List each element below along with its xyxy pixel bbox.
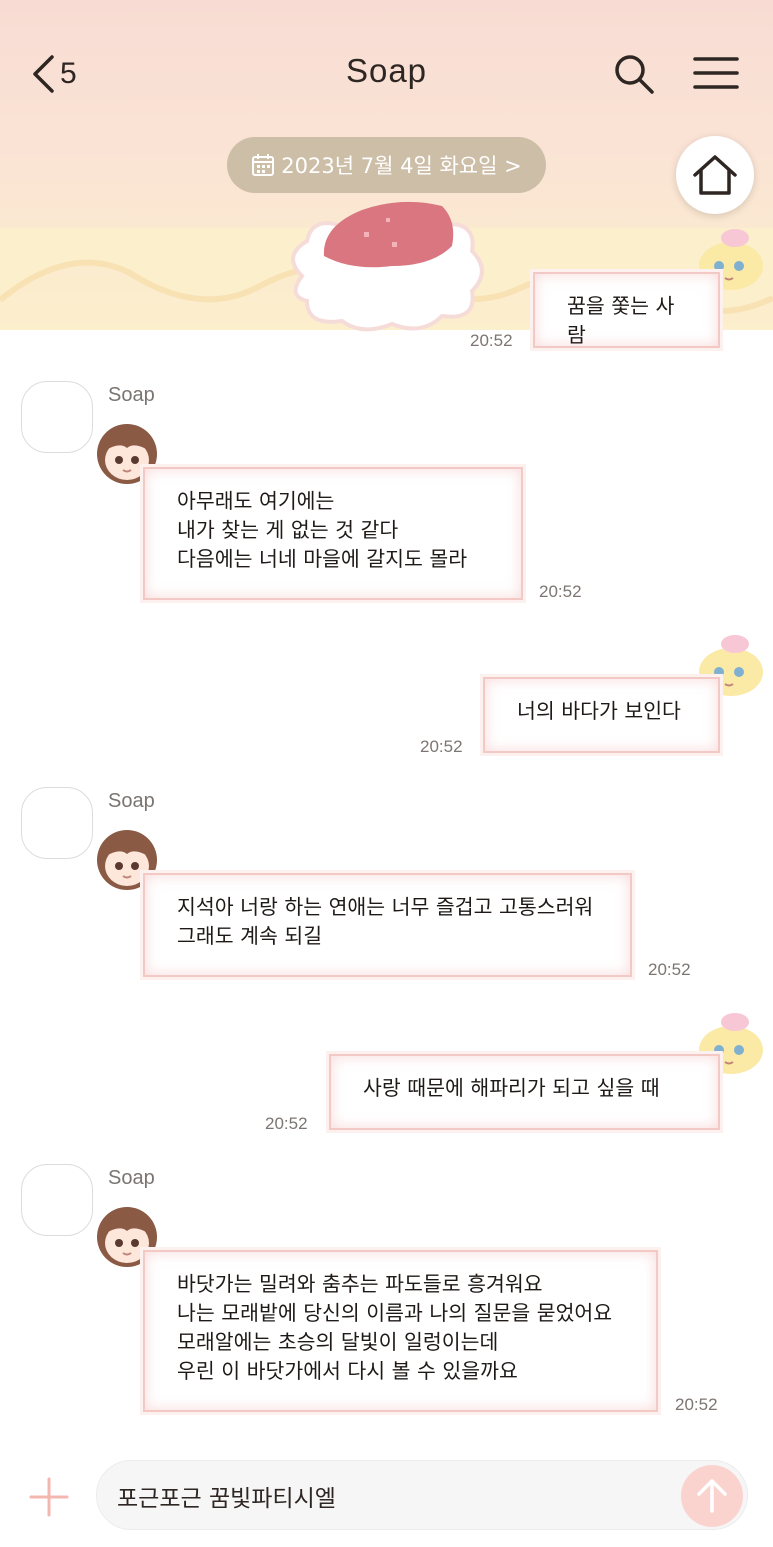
message-input[interactable]: 포근포근 꿈빛파티시엘 — [96, 1460, 748, 1530]
attach-button[interactable] — [28, 1476, 70, 1518]
search-button[interactable] — [612, 52, 656, 96]
message-bubble[interactable]: 너의 바다가 보인다 — [483, 677, 720, 753]
sender-name: Soap — [108, 790, 155, 812]
message-bubble[interactable]: 아무래도 여기에는 내가 찾는 게 없는 것 같다 다음에는 너네 마을에 갈지… — [143, 467, 523, 600]
message-time: 20:52 — [470, 331, 513, 350]
message-time: 20:52 — [648, 960, 691, 979]
sender-profile-avatar[interactable] — [21, 1164, 93, 1236]
send-button[interactable] — [681, 1465, 743, 1527]
send-arrow-icon — [697, 1479, 727, 1513]
home-button[interactable] — [676, 136, 754, 214]
message-time: 20:52 — [675, 1395, 718, 1414]
menu-icon — [693, 57, 739, 89]
search-icon — [615, 55, 654, 94]
chat-title: Soap — [345, 52, 428, 89]
message-bubble[interactable]: 바닷가는 밀려와 춤추는 파도들로 흥겨워요 나는 모래밭에 당신의 이름과 나… — [143, 1250, 658, 1412]
plus-icon — [29, 1477, 69, 1517]
message-bubble[interactable]: 지석아 너랑 하는 연애는 너무 즐겁고 고통스러워 그래도 계속 되길 — [143, 873, 632, 977]
message-bubble[interactable]: 꿈을 쫓는 사람 — [533, 272, 720, 348]
date-label: 2023년 7월 4일 화요일 > — [281, 154, 522, 178]
date-banner[interactable]: 2023년 7월 4일 화요일 > — [227, 137, 546, 193]
sender-name: Soap — [108, 384, 155, 406]
message-bubble[interactable]: 사랑 때문에 해파리가 되고 싶을 때 — [329, 1054, 720, 1130]
calendar-icon — [252, 154, 275, 176]
sender-name: Soap — [108, 1167, 155, 1189]
message-composer: 포근포근 꿈빛파티시엘 — [0, 1448, 773, 1547]
message-input-text: 포근포근 꿈빛파티시엘 — [117, 1486, 336, 1512]
message-time: 20:52 — [265, 1114, 308, 1133]
top-bar: 5 Soap — [0, 30, 773, 120]
message-time: 20:52 — [539, 582, 582, 601]
home-icon — [693, 155, 737, 195]
sender-profile-avatar[interactable] — [21, 381, 93, 453]
message-time: 20:52 — [420, 737, 463, 756]
sender-profile-avatar[interactable] — [21, 787, 93, 859]
menu-button[interactable] — [692, 54, 740, 94]
cake-decoration — [291, 201, 484, 332]
